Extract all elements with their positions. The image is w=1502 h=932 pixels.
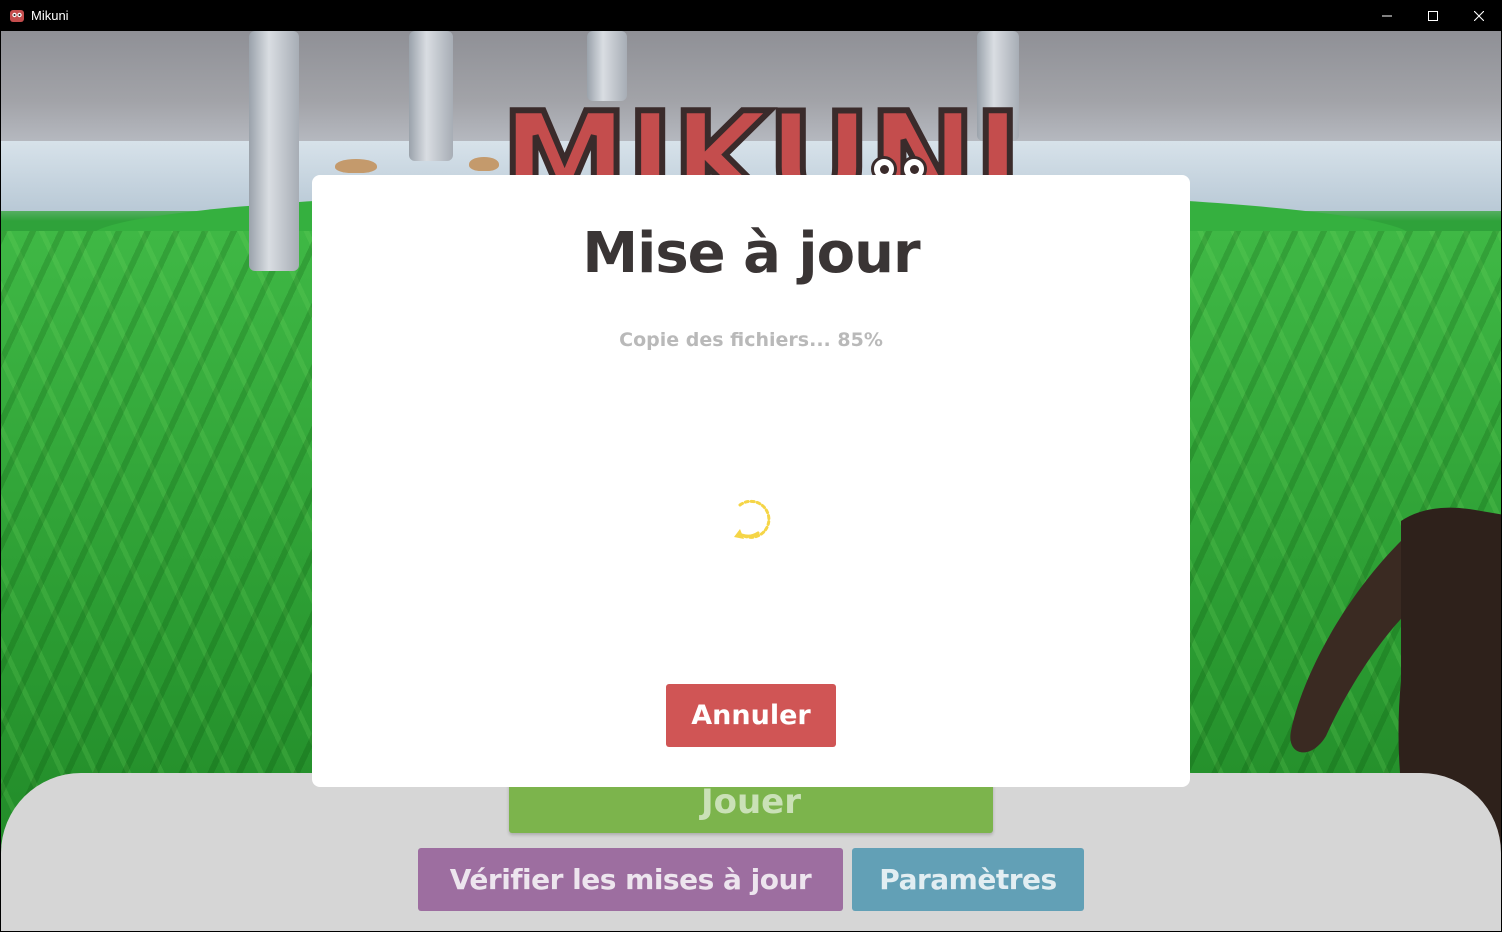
cancel-button[interactable]: Annuler <box>666 684 836 747</box>
mikuni-app-icon <box>9 8 25 24</box>
window-titlebar: Mikuni <box>0 0 1502 31</box>
update-dialog-title: Mise à jour <box>582 221 920 286</box>
window-title: Mikuni <box>31 8 69 23</box>
mushroom <box>335 159 377 173</box>
settings-button[interactable]: Paramètres <box>852 848 1084 911</box>
close-icon <box>1474 10 1484 21</box>
tree-trunk <box>249 31 299 271</box>
loading-spinner-icon <box>734 499 771 539</box>
maximize-button[interactable] <box>1410 0 1456 31</box>
minimize-icon <box>1382 15 1392 16</box>
update-dialog: Mise à jour Copie des fichiers... 85% An… <box>312 175 1190 787</box>
minimize-button[interactable] <box>1364 0 1410 31</box>
maximize-icon <box>1428 10 1438 21</box>
update-status-text: Copie des fichiers... 85% <box>619 329 883 351</box>
game-background-scene: MIKUNI Jouer Vérifier les mises à jour P… <box>1 31 1501 931</box>
tree-trunk <box>409 31 453 161</box>
mushroom <box>469 157 499 171</box>
check-updates-button[interactable]: Vérifier les mises à jour <box>418 848 843 911</box>
close-button[interactable] <box>1456 0 1502 31</box>
